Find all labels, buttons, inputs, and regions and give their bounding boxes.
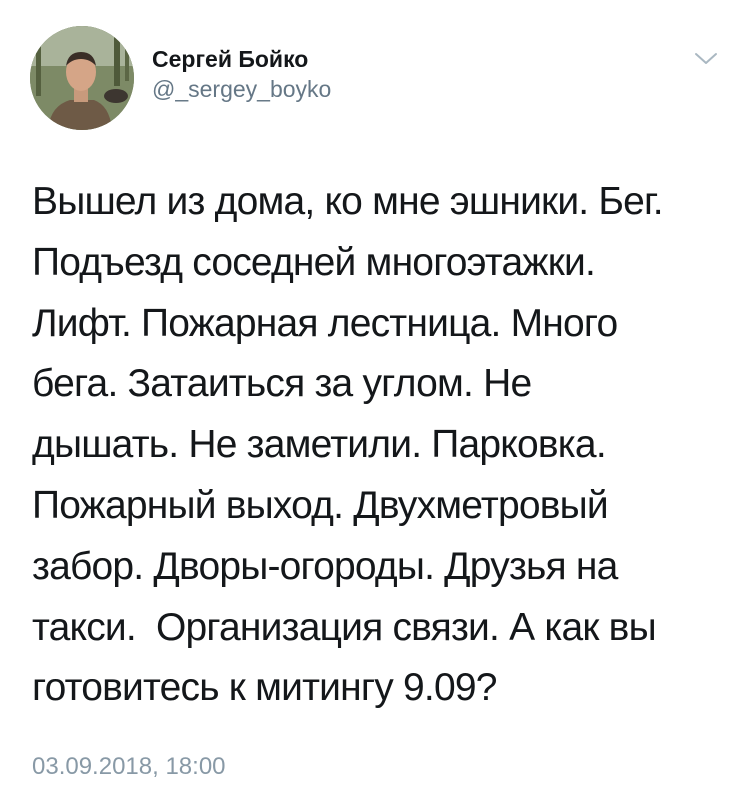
tweet-text-line: забор. Дворы-огороды. Друзья на	[32, 544, 618, 588]
tweet-card: Сергей Бойко @_sergey_boyko Вышел из дом…	[0, 0, 750, 807]
tweet-text-line: Пожарный выход. Двухметровый	[32, 483, 609, 527]
author-handle[interactable]: @_sergey_boyko	[152, 74, 331, 104]
tweet-text-line: Подъезд соседней многоэтажки.	[32, 240, 596, 284]
tweet-text-line: такси. Организация связи. А как вы	[32, 605, 657, 649]
tweet-header: Сергей Бойко @_sergey_boyko	[30, 26, 720, 130]
avatar-photo-icon	[30, 26, 134, 130]
tweet-text-line: Вышел из дома, ко мне эшники. Бег.	[32, 180, 664, 223]
tweet-text-line: бега. Затаиться за углом. Не	[32, 362, 532, 406]
chevron-down-icon[interactable]	[692, 48, 720, 68]
author-display-name[interactable]: Сергей Бойко	[152, 44, 331, 74]
author-avatar[interactable]	[30, 26, 134, 130]
tweet-text-line: дышать. Не заметили. Парковка.	[32, 423, 607, 467]
tweet-text: Вышел из дома, ко мне эшники. Бег. Подъе…	[32, 172, 732, 719]
author-identity: Сергей Бойко @_sergey_boyko	[152, 44, 331, 104]
tweet-text-line: готовитесь к митингу 9.09?	[32, 666, 497, 710]
tweet-timestamp[interactable]: 03.09.2018, 18:00	[32, 752, 226, 782]
tweet-text-line: Лифт. Пожарная лестница. Много	[32, 301, 618, 345]
